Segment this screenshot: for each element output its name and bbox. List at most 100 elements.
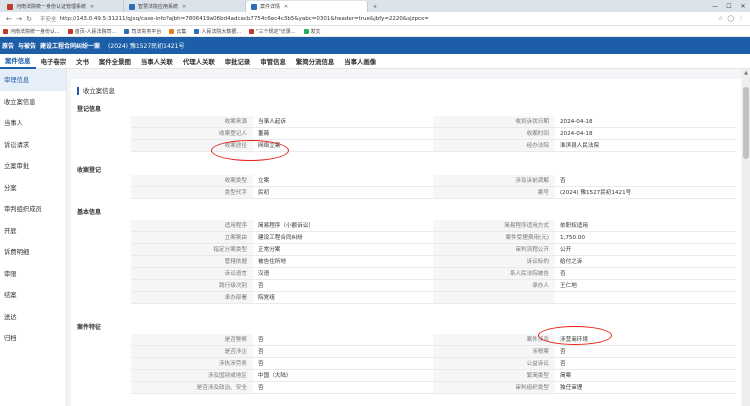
bookmark-icon [124, 28, 130, 34]
field-value: 1,750.00 [560, 235, 585, 241]
sidebar-item-archive[interactable]: 归档 [0, 327, 66, 349]
back-icon[interactable]: ← [4, 15, 14, 23]
close-icon[interactable]: ✕ [182, 4, 186, 10]
field-value: 董薇 [258, 131, 270, 137]
star-icon[interactable]: ☆ [718, 15, 723, 22]
table-row: 是否涉企 否 涉税案 否 [131, 346, 736, 358]
table-row: 指定分案类型 正常分案 审判流程公开 公开 [131, 244, 736, 256]
title-accent [77, 86, 79, 95]
table-row: 适用程序 简易程序（小额诉讼） 简易程序适用方式 依职权适用 [131, 220, 736, 232]
browser-tab-2[interactable]: 智慧法院应用系统 ✕ [124, 1, 246, 12]
field-label: 收案时间 [433, 128, 555, 139]
table-row: 践行级次别 否 承办人 王仁地 [131, 280, 736, 292]
browser-tab-label: 智慧法院应用系统 [138, 4, 179, 10]
table-row: 立案案由 建设工程合同纠纷 案件受理费用(元) 1,750.00 [131, 232, 736, 244]
field-value: 否 [258, 349, 264, 355]
tab-electronic-file[interactable]: 电子卷宗 [36, 54, 72, 69]
field-label: 繁简类型 [433, 370, 555, 381]
sidebar-item-fees[interactable]: 诉费明细 [0, 241, 66, 263]
tab-party-portrait[interactable]: 当事人画像 [339, 54, 381, 69]
tab-diversion-info[interactable]: 繁简分流信息 [291, 54, 339, 69]
bookmark-icon [169, 28, 175, 34]
table-row: 类型代字 民初 案号 (2024) 豫1527民初1421号 [131, 187, 736, 199]
bookmark-item[interactable]: 人民法院大数据... [194, 28, 241, 35]
bookmark-label: 河南法院统一身份认... [10, 28, 60, 35]
tab-management-info[interactable]: 审管信息 [255, 54, 291, 69]
profile-icon[interactable]: ◯ [727, 15, 734, 22]
field-label: 诉讼标的 [433, 256, 555, 267]
browser-tab-3[interactable]: 案件详情 ✕ [246, 1, 368, 12]
field-label: 是否涉企 [131, 346, 253, 357]
bookmark-item[interactable]: 司法实务平台 [124, 28, 161, 35]
field-value: 否 [258, 385, 264, 391]
field-label: 适用程序 [131, 220, 253, 231]
field-label: 涉及诉前调解 [433, 175, 555, 186]
field-label: 是否警察 [131, 334, 253, 345]
field-label: 收案来源 [131, 116, 253, 127]
close-icon[interactable]: ✕ [284, 4, 288, 10]
section-title: 登记信息 [77, 106, 102, 113]
vertical-scrollbar[interactable]: ▲ [742, 69, 750, 406]
field-label: 案号 [433, 187, 555, 198]
address-bar: ← → ↻ 不安全 http://143.0.49.5:31211/qjxq/c… [0, 12, 750, 26]
new-tab-button[interactable]: + [368, 1, 382, 12]
sidebar-item-filing-info[interactable]: 收立案信息 [0, 91, 66, 113]
table-row: 收案来源 当事人起诉 收到诉状日期 2024-04-18 [131, 116, 736, 128]
field-label: 收案类型 [131, 175, 253, 186]
table-row: 是否警察 否 案件涉及 涉营商环境 [131, 334, 736, 346]
tab-documents[interactable]: 文书 [71, 54, 94, 69]
tab-approval-records[interactable]: 审批记录 [220, 54, 256, 69]
bookmark-item[interactable]: 发文 [303, 28, 321, 35]
field-value: 简案 [560, 373, 572, 379]
bookmark-item[interactable]: 河南法院统一身份认... [3, 28, 60, 35]
menu-icon[interactable]: ⋮ [738, 15, 744, 22]
case-title: 建设工程合同纠纷一案 [40, 43, 101, 50]
bookmark-item[interactable]: 云集 [169, 28, 186, 35]
browser-tab-1[interactable]: 河南法院统一身份认证管理系统 ✕ [2, 1, 124, 12]
site-favicon-icon [7, 3, 13, 10]
field-label: 涉及国别或地区 [131, 370, 253, 381]
field-label: 审判组织类型 [433, 382, 555, 393]
field-value: 否 [258, 283, 264, 289]
forward-icon[interactable]: → [14, 15, 24, 23]
field-value: 当事人起诉 [258, 119, 286, 125]
tab-party-relations[interactable]: 当事人关联 [136, 54, 178, 69]
field-label: 经办法院 [433, 140, 555, 151]
bookmark-icon [194, 28, 200, 34]
bookmark-item[interactable]: 首页-人民法院司... [67, 28, 116, 35]
field-value: 院党组 [258, 295, 275, 301]
sidebar-item-service[interactable]: 送达 [0, 306, 66, 328]
scroll-up-icon[interactable]: ▲ [742, 70, 750, 76]
field-value: 2024-04-18 [560, 119, 593, 125]
sidebar-item-closing[interactable]: 结案 [0, 284, 66, 306]
sidebar-item-filing-approval[interactable]: 立案审批 [0, 155, 66, 177]
bookmark-icon [249, 28, 255, 34]
url-field[interactable]: 不安全 http://143.0.49.5:31211/qjxq/case-in… [40, 15, 429, 23]
sidebar-item-hearing[interactable]: 开庭 [0, 220, 66, 242]
sidebar-item-claims[interactable]: 诉讼请求 [0, 134, 66, 156]
sidebar-item-judges[interactable]: 审判组织成员 [0, 198, 66, 220]
field-value: 简易程序（小额诉讼） [258, 223, 314, 229]
close-icon[interactable]: ✕ [90, 4, 94, 10]
tab-panorama[interactable]: 案件全景图 [94, 54, 136, 69]
field-value: 依职权适用 [560, 223, 588, 229]
section-title: 案件特征 [77, 324, 102, 331]
bookmark-label: 司法实务平台 [131, 28, 162, 35]
tab-agent-relations[interactable]: 代理人关联 [178, 54, 220, 69]
tab-case-info[interactable]: 案件信息 [0, 54, 36, 69]
table-row: 诉讼语言 汉语 系人民法院被告 否 [131, 268, 736, 280]
field-label: 案件涉及 [433, 334, 555, 345]
reload-icon[interactable]: ↻ [24, 15, 34, 23]
field-value: 公开 [560, 247, 572, 253]
sidebar-item-parties[interactable]: 当事人 [0, 112, 66, 134]
sidebar-item-trial-info[interactable]: 审理信息 [0, 69, 66, 91]
maximize-icon[interactable]: ☐ [722, 3, 736, 10]
close-window-icon[interactable]: ✕ [736, 3, 750, 10]
bookmark-icon [303, 28, 309, 34]
sidebar-item-assignment[interactable]: 分案 [0, 177, 66, 199]
sidebar-item-time-limit[interactable]: 审限 [0, 263, 66, 285]
scrollbar-thumb[interactable] [743, 87, 749, 159]
bookmark-item[interactable]: "三个规定"记录... [249, 28, 296, 35]
minimize-icon[interactable]: — [708, 3, 722, 10]
case-title-mid: 与被告 [18, 43, 37, 50]
